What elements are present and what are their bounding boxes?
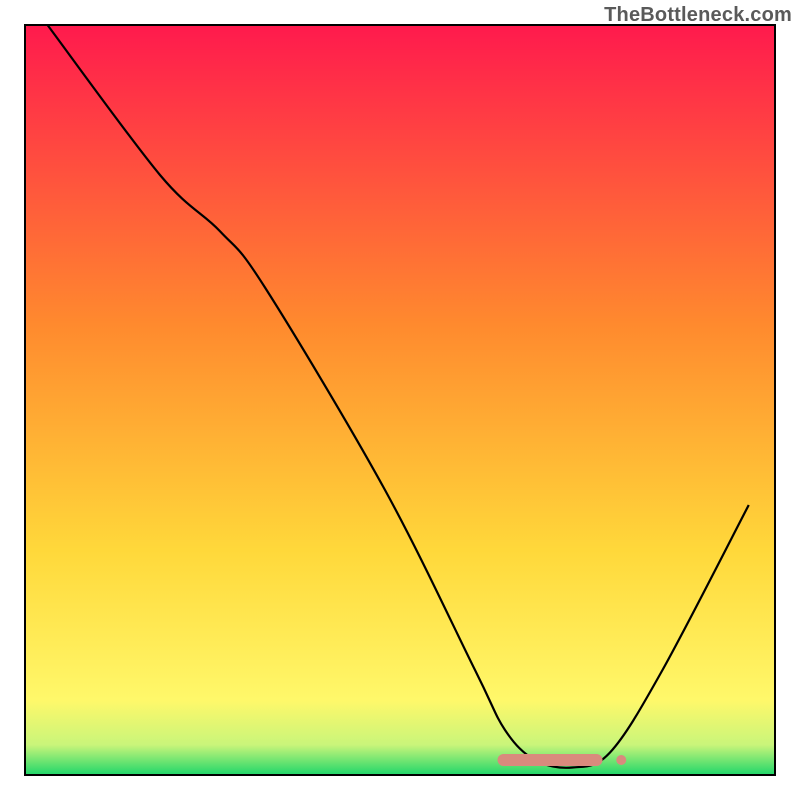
chart-container: TheBottleneck.com <box>0 0 800 800</box>
attribution-text: TheBottleneck.com <box>604 4 792 27</box>
bottleneck-chart <box>0 0 800 800</box>
optimal-range-dot <box>616 755 626 765</box>
chart-background <box>25 25 775 775</box>
optimal-range-marker <box>498 754 603 766</box>
